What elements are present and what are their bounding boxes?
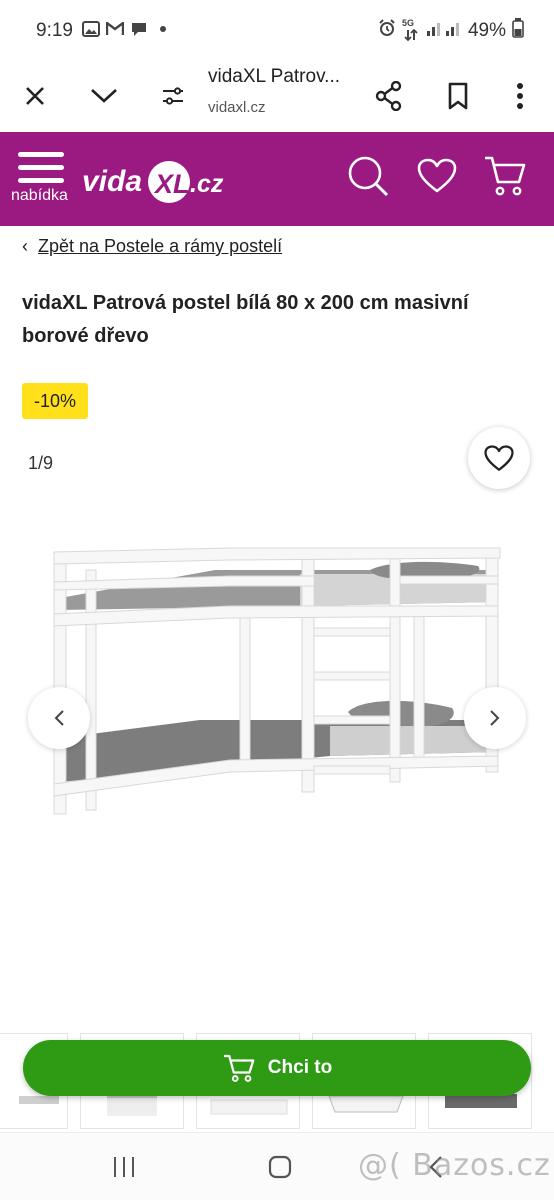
breadcrumb[interactable]: ‹ Zpět na Postele a rámy postelí [22, 236, 282, 257]
logo-text-xl: XL [153, 169, 190, 199]
vidaxl-logo[interactable]: vida XL .cz [82, 154, 232, 208]
cart-icon[interactable] [481, 152, 529, 200]
notification-icons [82, 20, 172, 38]
breadcrumb-link[interactable]: Zpět na Postele a rámy postelí [38, 236, 282, 257]
chevron-right-icon [490, 710, 500, 726]
gallery-icon [82, 20, 100, 38]
next-image-button[interactable] [464, 687, 526, 749]
dot-icon [154, 20, 172, 38]
prev-image-button[interactable] [28, 687, 90, 749]
status-right: 5G 49% [378, 18, 524, 43]
chevron-down-icon[interactable] [82, 74, 126, 118]
gmail-icon [106, 20, 124, 38]
cart-icon [223, 1054, 255, 1082]
battery-icon [512, 18, 524, 43]
recents-icon[interactable] [104, 1151, 144, 1183]
heart-outline-icon [484, 444, 514, 471]
chevron-left-icon [54, 710, 64, 726]
chat-icon [130, 20, 148, 38]
bookmark-icon[interactable] [436, 74, 480, 118]
image-counter: 1/9 [28, 453, 54, 473]
search-icon[interactable] [344, 152, 392, 200]
alarm-icon [378, 19, 396, 42]
wifi-icon: 5G [402, 18, 420, 42]
product-image[interactable] [40, 530, 510, 830]
signal-icon [426, 19, 462, 42]
heart-icon[interactable] [413, 152, 461, 200]
tune-icon[interactable] [151, 74, 195, 118]
back-arrow-icon: ‹ [22, 236, 28, 256]
browser-toolbar: vidaXL Patrov... vidaxl.cz [0, 62, 554, 132]
logo-text-tld: .cz [190, 170, 224, 198]
page-title[interactable]: vidaXL Patrov... [208, 66, 340, 88]
discount-badge: -10% [22, 383, 88, 419]
product-title: vidaXL Patrová postel bílá 80 x 200 cm m… [22, 292, 469, 347]
menu-label[interactable]: nabídka [11, 187, 68, 205]
share-icon[interactable] [367, 74, 411, 118]
site-header: nabídka vida XL .cz [0, 132, 554, 226]
buy-button[interactable]: Chci to [23, 1040, 531, 1096]
logo-text-main: vida [82, 165, 142, 198]
battery-text: 49% [467, 19, 506, 41]
close-icon[interactable] [13, 74, 57, 118]
status-time: 9:19 [36, 20, 73, 41]
page-url[interactable]: vidaxl.cz [208, 99, 266, 116]
more-vert-icon[interactable] [498, 74, 542, 118]
status-bar: 9:19 5G 49% [0, 0, 554, 62]
home-icon[interactable] [260, 1151, 300, 1183]
watermark: @( Bazos.cz [358, 1148, 551, 1183]
wishlist-button[interactable] [468, 427, 530, 489]
buy-button-label: Chci to [267, 1057, 333, 1078]
